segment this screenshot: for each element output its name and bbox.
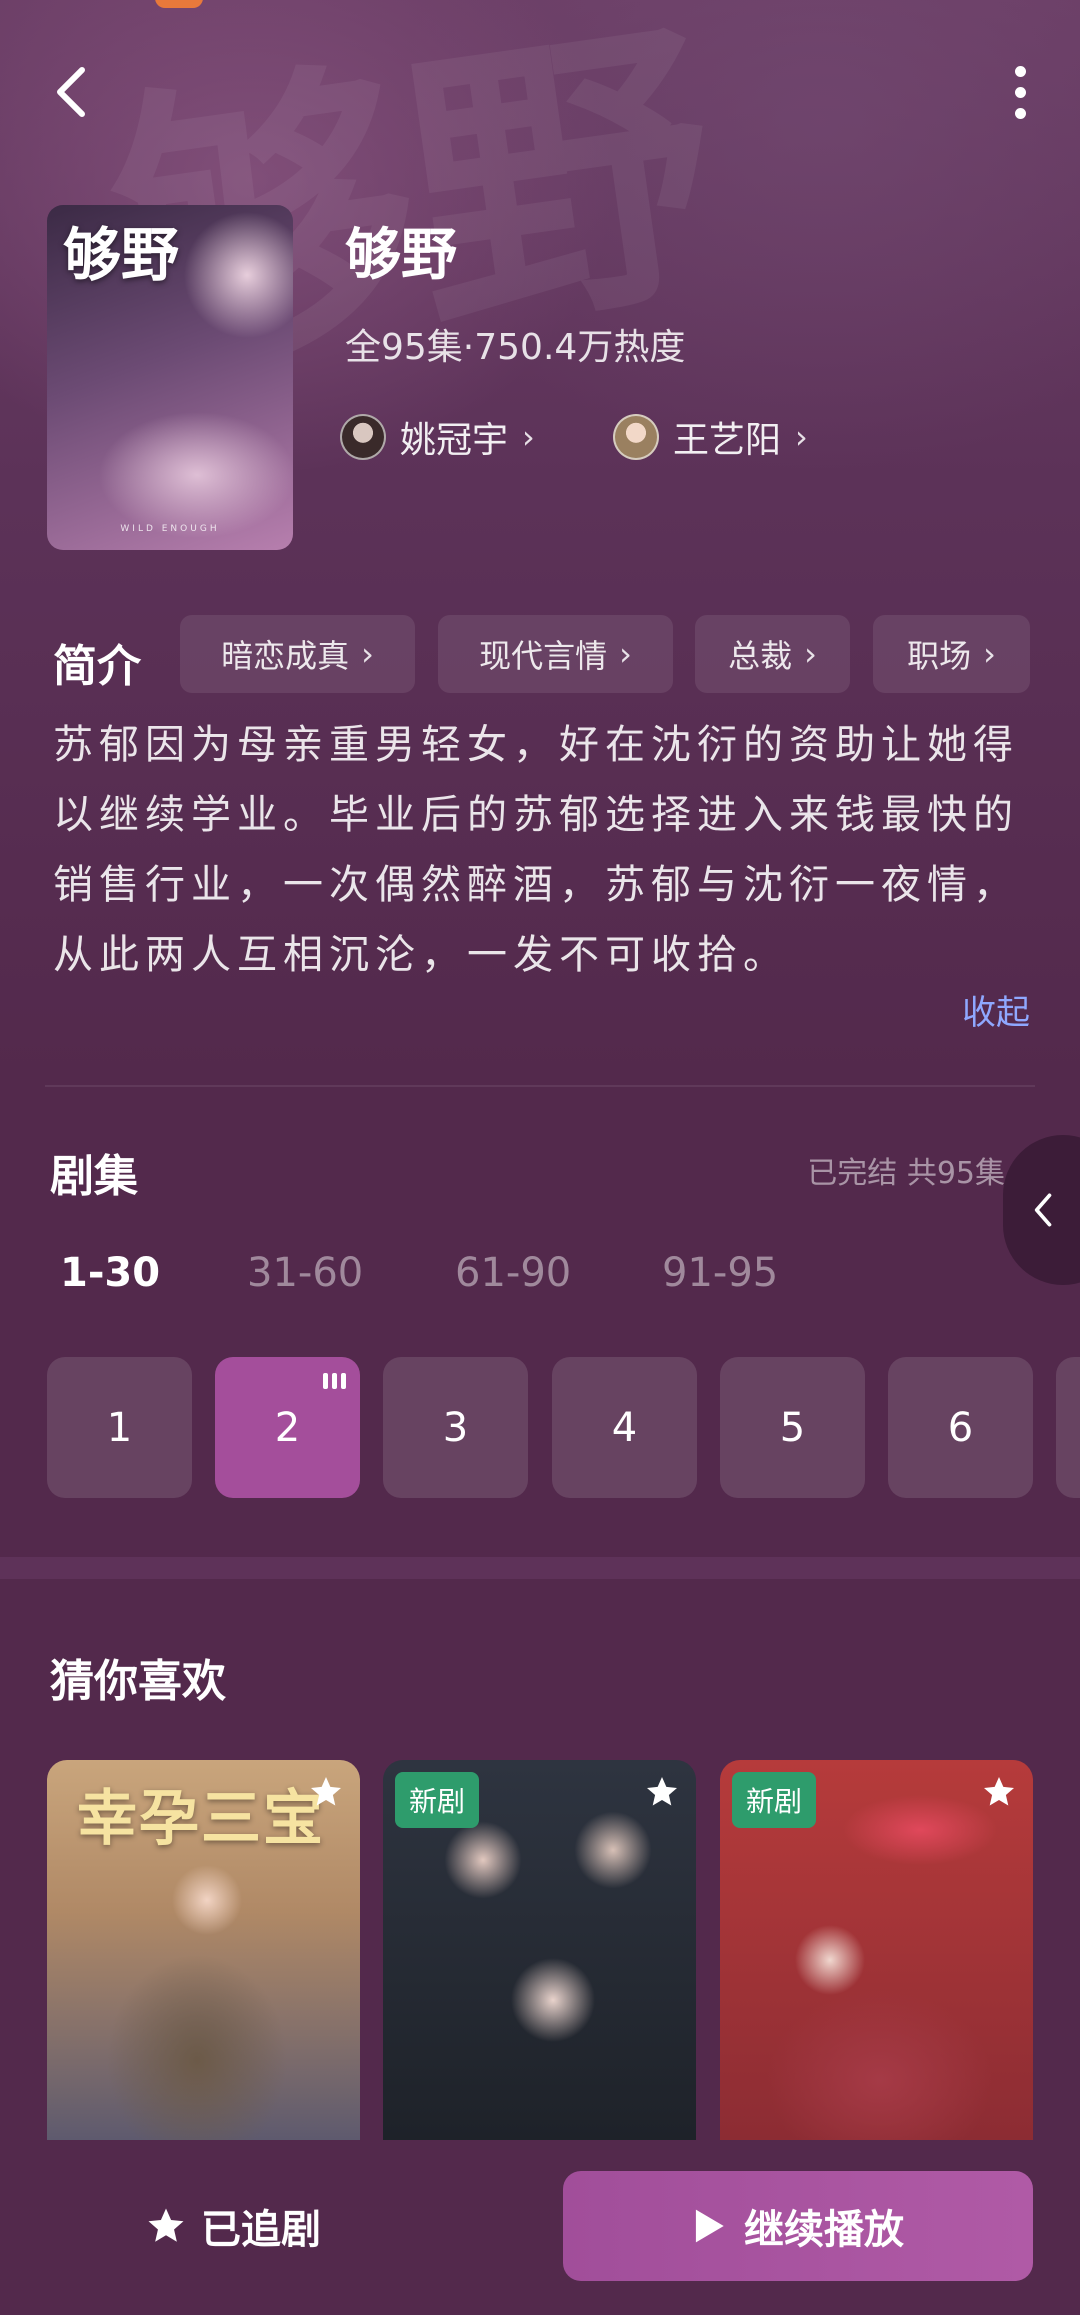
episodes-heading: 剧集 [50, 1151, 138, 1202]
episode-range-tab[interactable]: 1-30 [60, 1250, 160, 1296]
episode-cell-current[interactable]: 2 [215, 1357, 360, 1498]
genre-tag[interactable]: 暗恋成真 › [180, 615, 415, 693]
chevron-right-icon: › [361, 635, 374, 673]
actor-name: 姚冠宇 [400, 420, 509, 461]
genre-tag[interactable]: 职场 › [873, 615, 1030, 693]
tag-label: 职场 [907, 637, 972, 675]
recommend-card[interactable]: 幸孕三宝 [47, 1760, 360, 2140]
chevron-right-icon: › [804, 635, 817, 673]
tag-label: 暗恋成真 [221, 637, 350, 675]
chevron-left-icon [1034, 1193, 1052, 1227]
episode-range-tab[interactable]: 91-95 [662, 1250, 778, 1296]
poster-caption: WILD ENOUGH [120, 524, 220, 534]
side-drawer-handle[interactable] [1003, 1135, 1080, 1285]
back-button[interactable] [50, 62, 110, 122]
episode-cell[interactable]: 1 [47, 1357, 192, 1498]
now-playing-icon [323, 1373, 346, 1389]
status-indicator [155, 0, 203, 8]
episode-cell[interactable]: 6 [888, 1357, 1033, 1498]
divider [45, 1085, 1035, 1087]
intro-heading: 简介 [53, 641, 141, 692]
more-dot-icon [1014, 86, 1026, 98]
collapse-link[interactable]: 收起 [962, 985, 1030, 1034]
section-separator [0, 1557, 1080, 1579]
more-dot-icon [1014, 107, 1026, 119]
recommend-heading: 猜你喜欢 [50, 1656, 226, 1707]
episodes-status: 已完结 共95集 [807, 1156, 1005, 1191]
continue-play-button[interactable]: 继续播放 [563, 2171, 1033, 2281]
more-dot-icon [1014, 65, 1026, 77]
actor-link[interactable]: 姚冠宇 › [340, 412, 535, 462]
show-poster[interactable]: 够野 WILD ENOUGH [47, 205, 293, 550]
avatar [340, 414, 386, 460]
episode-cell[interactable]: 5 [720, 1357, 865, 1498]
episode-cell[interactable]: 3 [383, 1357, 528, 1498]
chevron-left-icon [57, 67, 85, 117]
recommend-card[interactable]: 新剧 [720, 1760, 1033, 2140]
play-icon [695, 2209, 724, 2243]
show-title: 够野 [345, 223, 457, 288]
episode-cell[interactable]: 4 [552, 1357, 697, 1498]
genre-tag[interactable]: 现代言情 › [438, 615, 673, 693]
star-icon[interactable] [981, 1774, 1017, 1810]
recommend-card-title: 幸孕三宝 [77, 1784, 325, 1854]
avatar [613, 414, 659, 460]
play-label: 继续播放 [744, 2207, 904, 2253]
chevron-right-icon: › [522, 418, 535, 456]
chevron-right-icon: › [983, 635, 996, 673]
chevron-right-icon: › [795, 418, 808, 456]
new-badge: 新剧 [395, 1772, 480, 1828]
follow-label: 已追剧 [201, 2207, 321, 2253]
chevron-right-icon: › [619, 635, 632, 673]
show-meta: 全95集·750.4万热度 [345, 327, 686, 368]
episode-cell-partial[interactable] [1056, 1357, 1080, 1498]
episode-range-tab[interactable]: 61-90 [455, 1250, 571, 1296]
actor-name: 王艺阳 [673, 420, 782, 461]
star-icon [148, 2208, 184, 2242]
episode-number: 2 [274, 1404, 301, 1451]
more-options-button[interactable] [1000, 62, 1040, 122]
intro-text: 苏郁因为母亲重男轻女，好在沈衍的资助让她得以继续学业。毕业后的苏郁选择进入来钱最… [53, 722, 1019, 978]
genre-tag[interactable]: 总裁 › [695, 615, 850, 693]
star-icon[interactable] [644, 1774, 680, 1810]
tag-label: 现代言情 [479, 637, 608, 675]
recommend-card[interactable]: 新剧 [383, 1760, 696, 2140]
tag-label: 总裁 [728, 637, 793, 675]
poster-title: 够野 [63, 221, 180, 289]
actor-link[interactable]: 王艺阳 › [613, 412, 808, 462]
episodes-status-link[interactable]: 已完结 共95集 › [807, 1148, 1025, 1192]
episode-range-tab[interactable]: 31-60 [247, 1250, 363, 1296]
new-badge: 新剧 [732, 1772, 817, 1828]
follow-button[interactable]: 已追剧 [145, 2190, 321, 2262]
star-icon[interactable] [308, 1774, 344, 1810]
